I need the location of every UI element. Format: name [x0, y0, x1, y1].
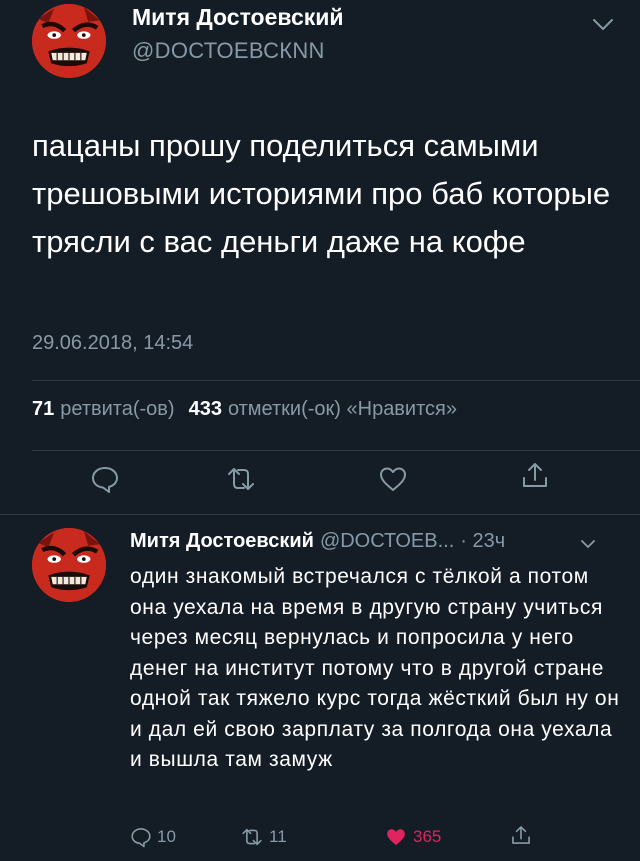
reply-avatar[interactable]: [32, 528, 106, 602]
share-icon: [512, 826, 530, 844]
angry-face-avatar-icon: [32, 528, 106, 602]
reply-reply-button[interactable]: 10: [130, 826, 176, 848]
likes-count[interactable]: 433: [189, 398, 222, 420]
share-icon: [523, 463, 547, 487]
retweet-button[interactable]: [226, 464, 256, 494]
likes-label[interactable]: отметки(-ок) «Нравится»: [228, 398, 457, 420]
reply-replies-count: 10: [157, 827, 176, 846]
divider: [32, 450, 640, 451]
reply-age[interactable]: · 23ч: [460, 530, 505, 552]
reply-author-handle[interactable]: @DОСТОЕВ...: [320, 530, 454, 552]
retweets-count[interactable]: 71: [32, 398, 54, 420]
reply-header: Митя Достоевский @DОСТОЕВ... · 23ч: [130, 530, 505, 553]
reply-icon: [92, 467, 118, 493]
reply-author-name[interactable]: Митя Достоевский: [130, 530, 314, 552]
reply-text: один знакомый встречался с тёлкой а пото…: [130, 565, 620, 771]
author-handle[interactable]: @DОСТОЕВСКNN: [132, 38, 325, 64]
retweet-icon: [242, 828, 262, 846]
reply-share-button[interactable]: [510, 822, 532, 848]
reply-icon: [131, 828, 151, 848]
reply-likes-count: 365: [413, 827, 442, 846]
heart-icon: [387, 829, 405, 846]
share-button[interactable]: [520, 460, 550, 490]
reply-like-button[interactable]: 365: [384, 826, 441, 848]
tweet-stats: 71 ретвита(-ов) 433 отметки(-ок) «Нравится»: [32, 398, 471, 421]
divider: [0, 514, 640, 515]
chevron-down-icon[interactable]: [580, 537, 596, 549]
reply-retweets-count: 11: [269, 827, 287, 846]
like-button[interactable]: [378, 464, 408, 494]
chevron-down-icon[interactable]: [592, 18, 614, 32]
retweet-icon: [228, 468, 254, 490]
avatar[interactable]: [32, 4, 106, 78]
divider: [32, 380, 640, 381]
author-name[interactable]: Митя Достоевский: [132, 4, 344, 31]
heart-icon: [380, 467, 406, 491]
tweet-timestamp[interactable]: 29.06.2018, 14:54: [32, 332, 193, 355]
angry-face-avatar-icon: [32, 4, 106, 78]
retweets-label[interactable]: ретвита(-ов): [60, 398, 174, 420]
reply-button[interactable]: [90, 464, 120, 494]
reply-retweet-button[interactable]: 11: [240, 826, 287, 848]
tweet-text: пацаны прошу поделиться самыми трешовыми…: [32, 128, 611, 259]
